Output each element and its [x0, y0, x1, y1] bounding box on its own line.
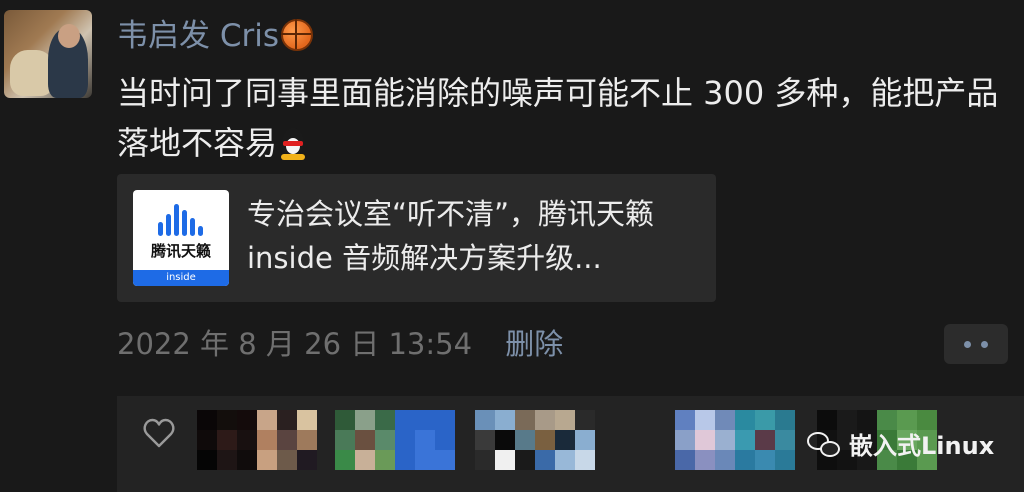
link-thumbnail: 腾讯天籁 inside	[133, 190, 229, 286]
thumb-footer: inside	[133, 270, 229, 286]
avatar-face	[58, 24, 80, 48]
post-timestamp: 2022 年 8 月 26 日 13:54	[117, 327, 473, 361]
liker-avatar[interactable]	[675, 410, 795, 470]
post-text-body: 当时问了同事里面能消除的噪声可能不止 300 多种，能把产品落地不容易	[117, 74, 999, 162]
qq-penguin-icon	[279, 126, 307, 160]
more-options-button[interactable]	[944, 324, 1008, 364]
likes-bar: 嵌入式Linux	[117, 396, 1024, 492]
more-dot-icon	[981, 341, 988, 348]
delete-button[interactable]: 删除	[505, 327, 563, 361]
heart-icon	[143, 418, 175, 448]
thumb-brand-name: 腾讯天籁	[150, 242, 211, 260]
shared-link-card[interactable]: 腾讯天籁 inside 专治会议室“听不清”，腾讯天籁 inside 音频解决方…	[117, 174, 716, 302]
basketball-icon	[281, 19, 314, 51]
author-avatar[interactable]	[4, 10, 92, 98]
post-text: 当时问了同事里面能消除的噪声可能不止 300 多种，能把产品落地不容易	[117, 68, 1007, 168]
source-watermark: 嵌入式Linux	[807, 426, 994, 466]
post-meta: 2022 年 8 月 26 日 13:54 删除	[117, 322, 563, 366]
audio-bars-icon	[158, 204, 204, 242]
author-name-text[interactable]: 韦启发 Cris	[117, 18, 279, 54]
more-dot-icon	[964, 341, 971, 348]
watermark-text: 嵌入式Linux	[849, 432, 995, 460]
wechat-icon	[807, 432, 841, 460]
liker-avatar[interactable]	[335, 410, 455, 470]
link-title[interactable]: 专治会议室“听不清”，腾讯天籁 inside 音频解决方案升级...	[247, 192, 697, 280]
liker-avatar[interactable]	[197, 410, 317, 470]
author-name[interactable]: 韦启发 Cris	[117, 14, 314, 58]
liker-avatar[interactable]	[475, 410, 595, 470]
